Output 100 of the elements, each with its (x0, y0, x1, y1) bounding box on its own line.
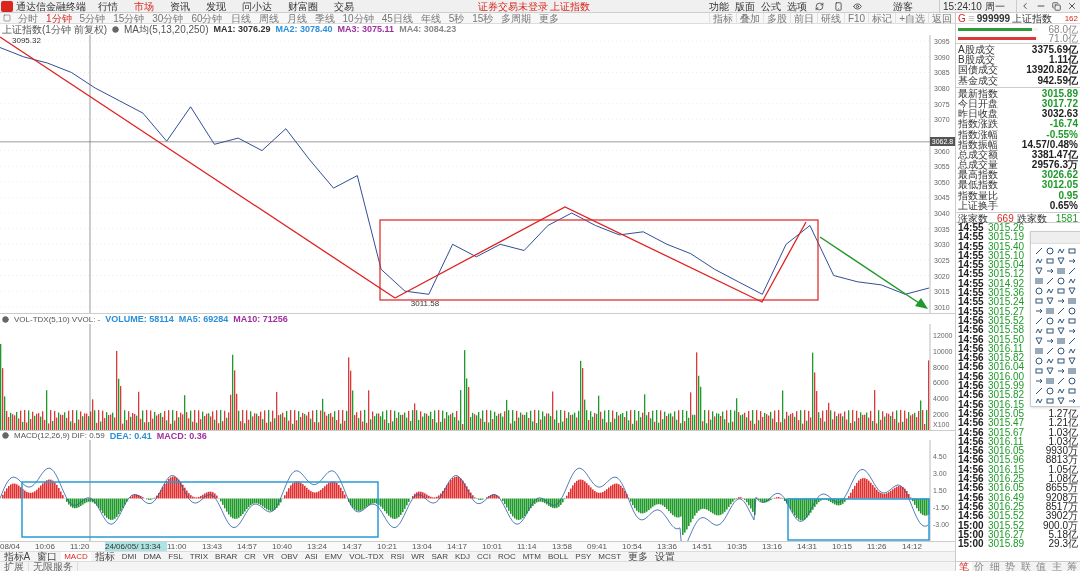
indicator-tab[interactable]: WR (407, 551, 428, 562)
circle-tool-icon[interactable] (1035, 287, 1044, 295)
indicator-tab[interactable]: DMI (118, 551, 140, 562)
indicator-tab[interactable]: MTM (519, 551, 545, 562)
menu-item[interactable]: 行情 (90, 0, 126, 13)
arrow-tool-icon[interactable] (1067, 327, 1076, 335)
guest-button[interactable]: 游客 (887, 0, 919, 13)
detail-tab[interactable]: 细 (987, 562, 1003, 571)
rectangle-tool-icon[interactable] (1056, 357, 1065, 365)
menu-item[interactable]: 版面 (732, 0, 758, 13)
settings-dot-icon[interactable] (112, 26, 119, 33)
indicator-tab[interactable]: OBV (277, 551, 302, 562)
close-icon[interactable] (1067, 1, 1077, 11)
status-tab[interactable]: 扩展 (0, 561, 29, 571)
triangle-tool-icon[interactable] (1056, 327, 1065, 335)
line-tool-icon[interactable] (1046, 277, 1055, 285)
indicator-tab[interactable]: BOLL (544, 551, 572, 562)
rectangle-tool-icon[interactable] (1035, 367, 1044, 375)
indicator-tab[interactable]: BRAR (211, 551, 241, 562)
line-tool-icon[interactable] (1035, 317, 1044, 325)
wave-tool-icon[interactable] (1035, 327, 1044, 335)
chart-tool-button[interactable]: F10 (843, 12, 869, 24)
detail-tab[interactable]: 联 (1018, 562, 1034, 571)
chart-tool-button[interactable]: 标记 (868, 12, 896, 24)
indicator-tab[interactable]: 更多 (624, 551, 652, 562)
wave-tool-icon[interactable] (1056, 387, 1065, 395)
detail-tab[interactable]: 价 (971, 562, 987, 571)
indicator-tab[interactable]: ROC (494, 551, 520, 562)
circle-tool-icon[interactable] (1056, 277, 1065, 285)
indicator-tab[interactable]: SAR (428, 551, 452, 562)
indicator-tab[interactable]: TRIX (186, 551, 212, 562)
triangle-tool-icon[interactable] (1056, 257, 1065, 265)
rectangle-tool-icon[interactable] (1035, 297, 1044, 305)
period-tab[interactable]: 日线 (226, 12, 255, 24)
phone-icon[interactable] (834, 1, 843, 11)
menu-item[interactable]: 市场 (126, 0, 162, 13)
menu-item[interactable]: 选项 (784, 0, 810, 13)
arrow-tool-icon[interactable] (1035, 377, 1044, 385)
triangle-tool-icon[interactable] (1056, 397, 1065, 405)
wave-tool-icon[interactable] (1056, 317, 1065, 325)
arrow-tool-icon[interactable] (1067, 257, 1076, 265)
indicator-tab[interactable]: CCI (473, 551, 495, 562)
wave-tool-icon[interactable] (1046, 287, 1055, 295)
detail-tab[interactable]: 主 (1049, 562, 1065, 571)
line-tool-icon[interactable] (1067, 267, 1076, 275)
triangle-tool-icon[interactable] (1046, 297, 1055, 305)
period-tab[interactable]: 45日线 (377, 12, 417, 24)
chart-tool-button[interactable]: +自选 (895, 12, 928, 24)
eye-icon[interactable] (853, 1, 862, 11)
indicator-tab[interactable]: MACD (60, 551, 92, 562)
indicator-tab[interactable]: RSI (387, 551, 408, 562)
wave-tool-icon[interactable] (1067, 347, 1076, 355)
wave-tool-icon[interactable] (1056, 247, 1065, 255)
period-tab[interactable]: 多周期 (497, 12, 536, 24)
line-tool-icon[interactable] (1035, 387, 1044, 395)
indicator-tab[interactable]: EMV (321, 551, 346, 562)
menu-item[interactable]: 资讯 (162, 0, 198, 13)
indicator-tab[interactable]: 指标A (0, 551, 34, 562)
detail-tab[interactable]: 笔 (956, 562, 972, 571)
rectangle-tool-icon[interactable] (1067, 247, 1076, 255)
menu-item[interactable]: 发现 (198, 0, 234, 13)
wave-tool-icon[interactable] (1035, 257, 1044, 265)
indicator-tab[interactable]: MCST (594, 551, 625, 562)
period-tab[interactable]: 15分钟 (109, 12, 149, 24)
indicator-tab[interactable]: VOL-TDX (345, 551, 388, 562)
period-tab[interactable]: 60分钟 (187, 12, 227, 24)
indicator-tab[interactable]: ASI (301, 551, 322, 562)
chart-tool-button[interactable]: 研线 (816, 12, 844, 24)
arrow-tool-icon[interactable] (1067, 397, 1076, 405)
indicator-tab[interactable]: CR (240, 551, 260, 562)
circle-tool-icon[interactable] (1046, 387, 1055, 395)
menu-item[interactable]: 公式 (758, 0, 784, 13)
circle-tool-icon[interactable] (1067, 307, 1076, 315)
circle-tool-icon[interactable] (1035, 357, 1044, 365)
period-tab[interactable]: 10分钟 (338, 12, 378, 24)
rectangle-tool-icon[interactable] (1056, 287, 1065, 295)
period-tab[interactable]: 5秒 (444, 12, 469, 24)
period-tab[interactable]: 月线 (282, 12, 311, 24)
wave-tool-icon[interactable] (1035, 397, 1044, 405)
rectangle-tool-icon[interactable] (1067, 317, 1076, 325)
circle-tool-icon[interactable] (1067, 377, 1076, 385)
indicator-tab[interactable]: KDJ (451, 551, 474, 562)
period-tab[interactable]: 年线 (416, 12, 445, 24)
triangle-tool-icon[interactable] (1067, 287, 1076, 295)
period-tab[interactable]: 更多 (535, 12, 564, 24)
settings-dot-icon[interactable] (2, 315, 9, 323)
wave-tool-icon[interactable] (1046, 357, 1055, 365)
arrow-tool-icon[interactable] (1046, 337, 1055, 345)
wave-tool-icon[interactable] (1067, 277, 1076, 285)
detail-tab[interactable]: 势 (1002, 562, 1018, 571)
period-tab[interactable]: 1分钟 (42, 12, 76, 24)
arrow-tool-icon[interactable] (1056, 297, 1065, 305)
indicator-tab[interactable]: PSY (571, 551, 595, 562)
back-icon[interactable] (1020, 1, 1030, 11)
period-tab[interactable]: 分时 (14, 12, 42, 24)
rectangle-tool-icon[interactable] (1067, 387, 1076, 395)
triangle-tool-icon[interactable] (1046, 367, 1055, 375)
chart-tool-button[interactable]: 指标 (708, 12, 736, 24)
indicator-tab[interactable]: FSL (164, 551, 187, 562)
period-tab[interactable]: 5分钟 (75, 12, 110, 24)
